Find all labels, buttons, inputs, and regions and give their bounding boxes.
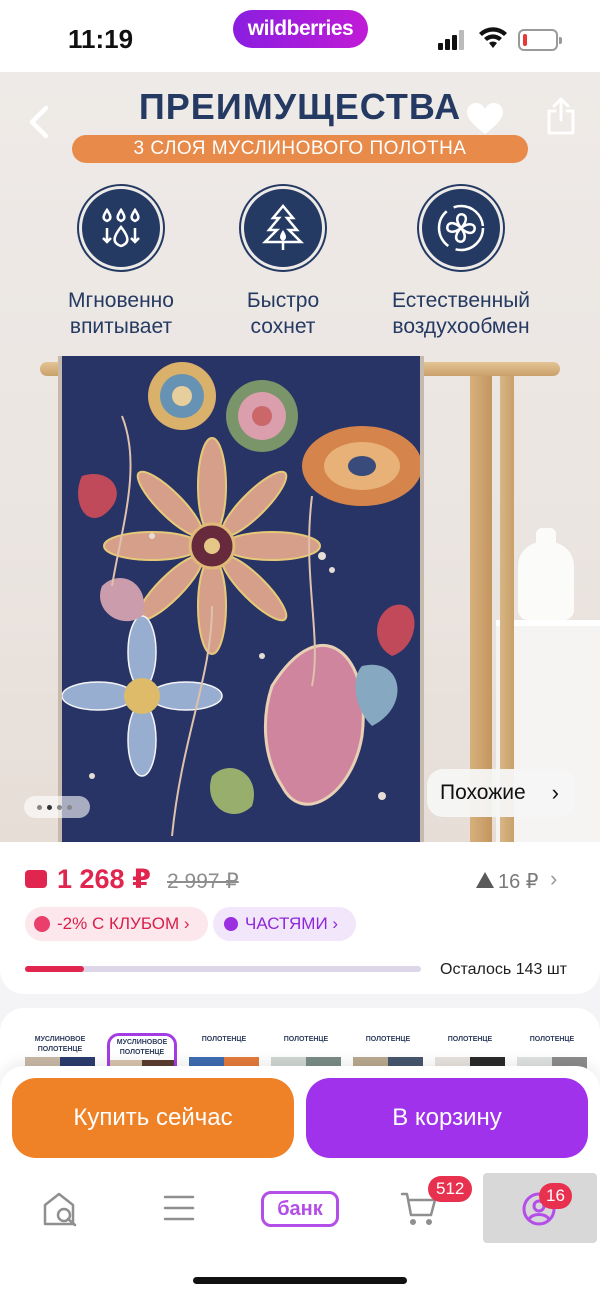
stock-progress-fill	[25, 966, 85, 972]
current-price: 1 268 ₽	[57, 864, 151, 894]
buy-now-button[interactable]: Купить сейчас	[12, 1078, 294, 1158]
battery-icon	[518, 29, 562, 51]
gallery-dot	[67, 805, 72, 810]
hero-title: ПРЕИМУЩЕСТВА	[138, 86, 462, 127]
gallery-pagination	[24, 796, 90, 818]
chevron-right-icon[interactable]: ›	[550, 866, 557, 892]
clock: 11:19	[68, 24, 134, 54]
variant-thumbnail-label: ПОЛОТЕНЦЕ	[435, 1033, 505, 1057]
gallery-dot	[57, 805, 62, 810]
favorite-heart-icon[interactable]	[466, 102, 504, 136]
stock-progress-track	[25, 966, 421, 972]
similar-label: Похожие	[440, 781, 526, 804]
variant-thumbnail-label: ПОЛОТЕНЦЕ	[271, 1033, 341, 1057]
product-page: { "status_bar": { "time": "11:19", "bran…	[0, 0, 600, 1297]
bank-tab[interactable]: банк	[261, 1191, 339, 1227]
price-delta[interactable]: 16 ₽	[498, 869, 539, 894]
feature-dry: Быстро сохнет	[188, 186, 378, 340]
pie-icon	[224, 917, 238, 931]
chevron-right-icon: ›	[332, 914, 339, 933]
cart-count-badge: 512	[428, 1176, 473, 1202]
gallery-dot	[37, 805, 42, 810]
similar-products-button[interactable]: Похожие ›	[427, 769, 575, 817]
club-star-icon	[34, 916, 50, 932]
feature-dry-line2: сохнет	[250, 315, 316, 338]
brand-logo[interactable]: wildberries	[233, 10, 368, 48]
towel-pattern	[58, 356, 424, 844]
feature-airflow-line1: Естественный	[391, 289, 531, 312]
product-image-gallery[interactable]: ПРЕИМУЩЕСТВА 3 СЛОЯ МУСЛИНОВОГО ПОЛОТНА …	[0, 72, 600, 844]
wifi-icon	[479, 27, 507, 48]
vase-body	[518, 542, 574, 620]
stock-remaining: Осталось 143 шт	[440, 961, 567, 978]
status-bar: 11:19 wildberries	[0, 0, 600, 72]
old-price: 2 997 ₽	[167, 870, 239, 893]
variant-thumbnail-label: МУСЛИНОВОЕ ПОЛОТЕНЦЕ	[110, 1036, 174, 1060]
signal-icon	[438, 30, 466, 50]
feature-dry-line1: Быстро	[246, 289, 320, 312]
catalog-menu-icon[interactable]	[162, 1193, 196, 1223]
feature-airflow: Естественный воздухообмен	[366, 186, 556, 340]
home-indicator	[193, 1277, 407, 1284]
installment-pill[interactable]: ЧАСТЯМИ ›	[213, 907, 356, 941]
profile-notification-badge: 16	[539, 1183, 572, 1209]
club-label: -2% С КЛУБОМ	[57, 914, 180, 933]
water-drops-icon	[79, 186, 163, 270]
installment-label: ЧАСТЯМИ	[245, 914, 328, 933]
profile-tab[interactable]: 16	[483, 1173, 597, 1243]
gallery-dot-active	[47, 805, 52, 810]
home-search-icon[interactable]	[42, 1191, 80, 1227]
airflow-icon	[419, 186, 503, 270]
variant-thumbnail-label: МУСЛИНОВОЕ ПОЛОТЕНЦЕ	[25, 1033, 95, 1057]
action-bar: Купить сейчас В корзину	[0, 1066, 600, 1171]
variant-thumbnail-label: ПОЛОТЕНЦЕ	[517, 1033, 587, 1057]
variant-thumbnail-label: ПОЛОТЕНЦЕ	[189, 1033, 259, 1057]
wallet-icon	[25, 870, 47, 888]
chevron-right-icon: ›	[551, 780, 559, 805]
price-up-icon	[476, 872, 494, 888]
back-arrow-icon[interactable]	[24, 102, 54, 142]
club-discount-pill[interactable]: -2% С КЛУБОМ ›	[25, 907, 208, 941]
add-to-cart-button[interactable]: В корзину	[306, 1078, 588, 1158]
feature-airflow-line2: воздухообмен	[392, 315, 530, 338]
tree-drop-icon	[241, 186, 325, 270]
share-icon[interactable]	[544, 96, 578, 136]
price-card: 1 268 ₽ 2 997 ₽ 16 ₽ › -2% С КЛУБОМ › ЧА…	[0, 842, 600, 994]
variant-thumbnail-label: ПОЛОТЕНЦЕ	[353, 1033, 423, 1057]
chevron-right-icon: ›	[183, 914, 190, 933]
hero-subtitle: 3 СЛОЯ МУСЛИНОВОГО ПОЛОТНА	[72, 135, 528, 163]
